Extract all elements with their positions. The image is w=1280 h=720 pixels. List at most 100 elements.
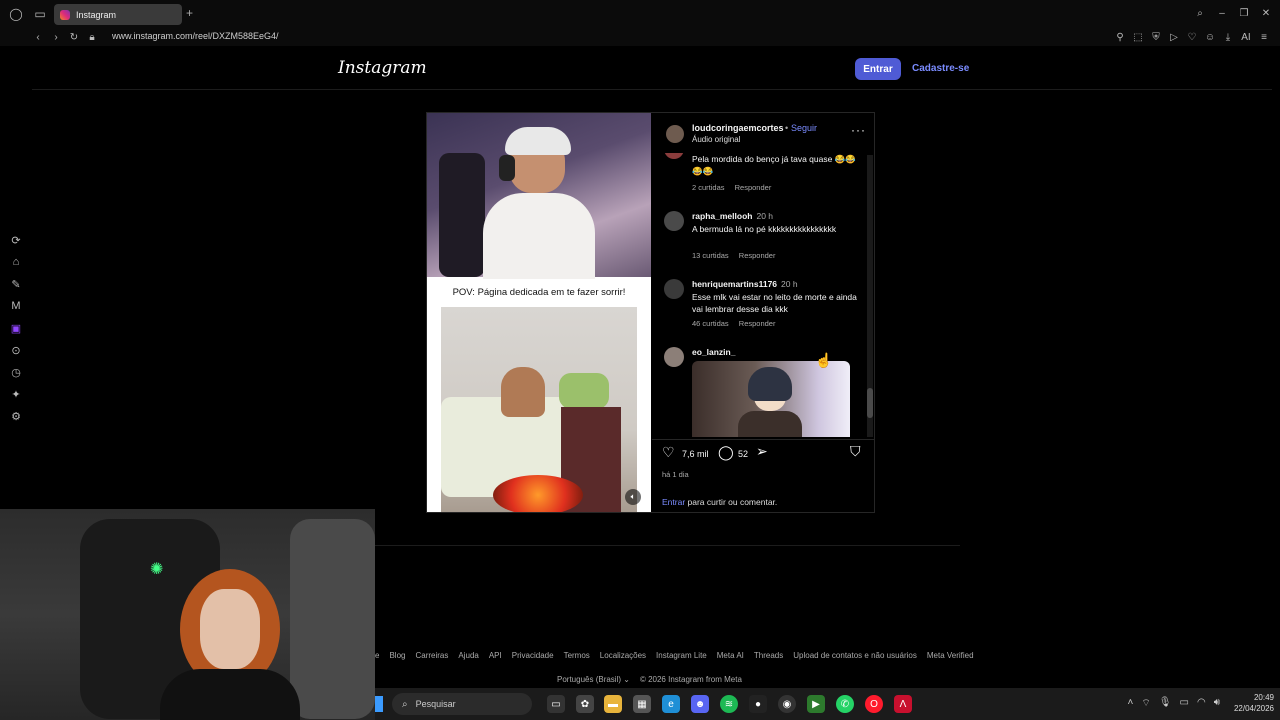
network-icon[interactable]: ⌔	[1141, 697, 1150, 710]
footer-link[interactable]: Blog	[389, 651, 405, 660]
comment-username[interactable]: eo_lanzin_	[692, 347, 735, 357]
crypto-wallet-icon[interactable]: ⌂	[8, 254, 24, 270]
footer-link[interactable]: Carreiras	[415, 651, 448, 660]
more-options-icon[interactable]: ···	[851, 123, 866, 137]
reply-link[interactable]: Responder	[739, 319, 776, 328]
comment-time: 20 h	[781, 279, 798, 289]
comment-text: Esse mlk vai estar no leito de morte e a…	[692, 292, 857, 314]
snapshot-icon[interactable]: ⬚	[1130, 29, 1146, 45]
comment-avatar[interactable]	[664, 211, 684, 231]
footer-link[interactable]: API	[489, 651, 502, 660]
footer-link[interactable]: Instagram Lite	[656, 651, 707, 660]
player-icon[interactable]: ⊙	[8, 342, 24, 358]
comments-scrollbar-thumb[interactable]	[867, 388, 873, 418]
instagram-logo[interactable]: Instagram	[338, 58, 427, 78]
messenger-icon[interactable]: M	[8, 298, 24, 314]
url-field[interactable]: www.instagram.com/reel/DXZM588EeG4/	[112, 31, 279, 41]
history-icon[interactable]: ◷	[8, 364, 24, 380]
volume-tray-icon[interactable]: 🔊︎	[1214, 697, 1220, 710]
opera-icon[interactable]: O	[865, 695, 883, 713]
store-icon[interactable]: ▦	[633, 695, 651, 713]
microphone-icon[interactable]: 🎙︎	[1159, 697, 1172, 710]
close-window-icon[interactable]: ✕	[1258, 5, 1274, 21]
easy-setup-icon[interactable]: ≡	[1256, 29, 1272, 45]
likes-count[interactable]: 7,6 mil	[682, 449, 709, 459]
aria-ai-button[interactable]: AI	[1238, 29, 1254, 45]
taskbar-clock[interactable]: 20:49 22/04/2026	[1234, 692, 1274, 714]
twitch-icon[interactable]: ▣	[8, 320, 24, 336]
download-icon[interactable]: ⤓	[1220, 29, 1236, 45]
back-icon[interactable]: ‹	[30, 29, 46, 45]
footer-link[interactable]: Termos	[564, 651, 590, 660]
file-explorer-icon[interactable]: ▬	[604, 695, 622, 713]
footer-link[interactable]: Upload de contatos e não usuários	[793, 651, 917, 660]
comment-likes[interactable]: 13 curtidas	[692, 251, 729, 260]
notes-icon[interactable]: ✎	[8, 276, 24, 292]
taskbar-search[interactable]: ⌕ Pesquisar	[392, 693, 532, 715]
terminal-icon[interactable]: ▶	[807, 695, 825, 713]
comment-icon[interactable]: ◯	[718, 444, 734, 461]
footer-link[interactable]: Ajuda	[458, 651, 478, 660]
author-username[interactable]: loudcoringaemcortes	[692, 123, 784, 133]
reload-icon[interactable]: ↻	[66, 29, 82, 45]
extensions-icon[interactable]: ✦	[8, 386, 24, 402]
comment-avatar[interactable]	[664, 279, 684, 299]
footer-link[interactable]: Threads	[754, 651, 783, 660]
new-tab-button[interactable]: +	[186, 6, 193, 20]
shield-icon[interactable]: ⛨	[1148, 29, 1164, 45]
whatsapp-icon[interactable]: ✆	[836, 695, 854, 713]
display-icon[interactable]: ▭	[1180, 697, 1189, 710]
wifi-icon[interactable]: ◠	[1197, 697, 1206, 710]
language-select[interactable]: Português (Brasil) ⌄	[557, 675, 630, 684]
follow-link[interactable]: Seguir	[791, 123, 817, 133]
signup-link[interactable]: Cadastre-se	[912, 63, 969, 74]
profile-icon[interactable]: ☺	[1202, 29, 1218, 45]
play-icon[interactable]: ▷	[1166, 29, 1182, 45]
volume-icon[interactable]: 🔈︎	[625, 489, 641, 505]
footer-link[interactable]: Privacidade	[512, 651, 554, 660]
reel-video[interactable]: POV: Página dedicada em te fazer sorrir!…	[427, 113, 651, 512]
browser-tab-instagram[interactable]: Instagram	[54, 4, 182, 25]
save-bookmark-icon[interactable]: ⛉	[850, 443, 861, 460]
reply-link[interactable]: Responder	[735, 183, 772, 192]
share-icon[interactable]: ➢	[756, 443, 768, 460]
obs-icon[interactable]: ◉	[778, 695, 796, 713]
footer-link[interactable]: Meta AI	[717, 651, 744, 660]
edge-icon[interactable]: e	[662, 695, 680, 713]
spotify-icon[interactable]: ≋	[720, 695, 738, 713]
footer-link[interactable]: Localizações	[600, 651, 646, 660]
workspaces-icon[interactable]: ▭	[30, 4, 50, 24]
comment-avatar[interactable]	[664, 347, 684, 367]
comment-username[interactable]: rapha_mellooh	[692, 211, 752, 221]
footer-link[interactable]: Meta Verified	[927, 651, 974, 660]
reply-link[interactable]: Responder	[739, 251, 776, 260]
login-button[interactable]: Entrar	[855, 58, 901, 80]
opera-menu-icon[interactable]: ◯	[6, 4, 26, 24]
comment-likes[interactable]: 46 curtidas	[692, 319, 729, 328]
search-tabs-icon[interactable]: ⌕	[1192, 5, 1208, 21]
tray-overflow-icon[interactable]: ˄	[1128, 697, 1134, 710]
pin-icon[interactable]: ⚲	[1112, 29, 1128, 45]
app-red-icon[interactable]: ●	[749, 695, 767, 713]
aria-icon[interactable]: ⟳	[8, 232, 24, 248]
login-prompt-link[interactable]: Entrar	[662, 497, 685, 507]
comment-likes[interactable]: 2 curtidas	[692, 183, 725, 192]
maximize-icon[interactable]: ❐	[1236, 5, 1252, 21]
minimize-icon[interactable]: –	[1214, 5, 1230, 21]
start-button[interactable]	[375, 696, 383, 712]
widgets-icon[interactable]: ✿	[576, 695, 594, 713]
heart-bookmark-icon[interactable]: ♡	[1184, 29, 1200, 45]
address-bar: ‹ › ↻ 🔒︎ www.instagram.com/reel/DXZM588E…	[0, 28, 1280, 46]
author-avatar[interactable]	[666, 125, 684, 143]
comment-username[interactable]: henriquemartins1176	[692, 279, 777, 289]
like-heart-icon[interactable]: ♡	[662, 444, 675, 461]
footer-link[interactable]: e	[375, 651, 379, 660]
audio-label[interactable]: Áudio original	[692, 135, 740, 144]
opera-gx-icon[interactable]: Λ	[894, 695, 912, 713]
comment-avatar[interactable]	[664, 153, 684, 159]
task-view-icon[interactable]: ▭	[547, 695, 565, 713]
forward-icon[interactable]: ›	[48, 29, 64, 45]
comments-list[interactable]: Pela mordida do benço já tava quase 😂😂😂😂…	[652, 153, 875, 437]
settings-icon[interactable]: ⚙	[8, 408, 24, 424]
discord-icon[interactable]: ☻	[691, 695, 709, 713]
